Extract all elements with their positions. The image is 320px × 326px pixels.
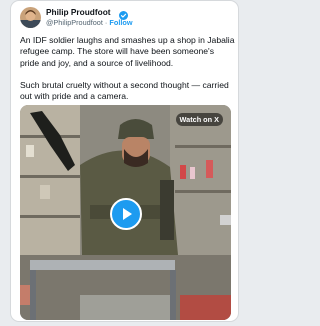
tweet-text: An IDF soldier laughs and smashes up a s… <box>20 35 235 113</box>
video-thumbnail[interactable]: Watch on X <box>20 105 231 320</box>
watch-on-x-label[interactable]: Watch on X <box>175 113 223 126</box>
author-handle[interactable]: @PhilipProudfoot <box>46 18 103 27</box>
verified-badge-icon <box>119 7 128 20</box>
avatar[interactable] <box>20 7 41 28</box>
handle-line: @PhilipProudfoot · Follow <box>46 18 133 27</box>
tweet-card: Philip Proudfoot @PhilipProudfoot · Foll… <box>10 0 239 322</box>
tweet-paragraph: Such brutal cruelty without a second tho… <box>20 79 229 102</box>
author-name[interactable]: Philip Proudfoot <box>46 7 111 17</box>
avatar-image <box>20 7 41 28</box>
play-button[interactable] <box>110 198 142 230</box>
tweet-paragraph: An IDF soldier laughs and smashes up a s… <box>20 35 235 68</box>
play-icon <box>123 208 132 220</box>
follow-button[interactable]: Follow <box>109 18 132 27</box>
